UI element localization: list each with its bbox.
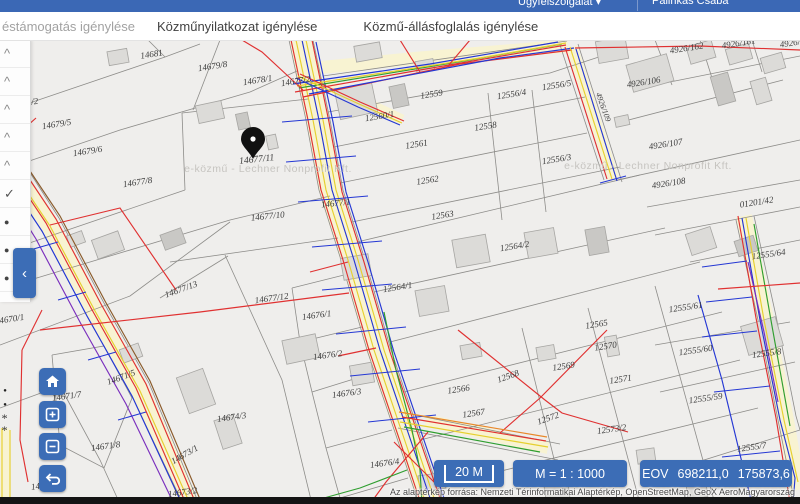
- bottom-strip: [0, 497, 800, 504]
- layer-item-1[interactable]: ^: [0, 68, 30, 96]
- home-extent-button[interactable]: [39, 368, 66, 395]
- eov-coordinates-display: EOV 698211,0 175873,6: [640, 460, 792, 487]
- map-attribution: Az alaptérkép forrása: Nemzeti Térinform…: [390, 487, 795, 497]
- layer-item-5[interactable]: ✓: [0, 180, 30, 208]
- layer-item-4[interactable]: ^: [0, 152, 30, 180]
- building: [460, 342, 482, 359]
- chevron-icon: ^: [4, 74, 10, 89]
- building: [524, 228, 558, 259]
- layer-item-3[interactable]: ^: [0, 124, 30, 152]
- building: [452, 234, 490, 267]
- top-app-bar: Ügyfélszolgálat ▾ Pálinkás Csaba: [0, 0, 800, 12]
- building: [585, 226, 609, 255]
- chevron-down-icon: ▾: [596, 0, 602, 8]
- panel-collapse-button[interactable]: ‹: [13, 248, 36, 298]
- home-icon: [45, 374, 60, 389]
- zoom-in-button[interactable]: [39, 401, 66, 428]
- eov-label: EOV: [642, 467, 668, 481]
- scale-ratio-label: M = 1 : 1000: [535, 467, 605, 481]
- parcel-label: *: [1, 423, 7, 437]
- parcel-label: ●: [3, 388, 7, 394]
- map-viewport[interactable]: e-közmű - Lechner Nonprofit Kft. e-közmű …: [0, 40, 800, 504]
- chevron-left-icon: ‹: [22, 265, 27, 282]
- top-app-bar-inner: Ügyfélszolgálat ▾ Pálinkás Csaba: [0, 0, 800, 12]
- dot-icon: ●: [4, 217, 9, 227]
- customer-service-label: Ügyfélszolgálat: [518, 0, 593, 8]
- main-tab-bar: éstámogatás igénylése Közműnyilatkozat i…: [0, 12, 800, 41]
- scale-ratio-selector[interactable]: M = 1 : 1000: [513, 460, 627, 487]
- dot-icon: ●: [4, 245, 9, 255]
- undo-arrow-icon: [45, 472, 61, 486]
- tab-kozmunyilatkozat[interactable]: Közműnyilatkozat igénylése: [157, 19, 317, 34]
- eov-y-value: 175873,6: [738, 467, 790, 481]
- layer-item-6[interactable]: ●: [0, 208, 30, 236]
- eov-x-value: 698211,0: [678, 467, 729, 481]
- building: [415, 286, 449, 317]
- tab-tervezestamogatas[interactable]: éstámogatás igénylése: [2, 19, 135, 34]
- layer-item-2[interactable]: ^: [0, 96, 30, 124]
- building: [536, 345, 556, 362]
- watermark-text: e-közmű - Lechner Nonprofit Kft.: [184, 163, 352, 175]
- chevron-icon: ^: [4, 46, 10, 61]
- zoom-out-icon: [45, 439, 60, 454]
- chevron-icon: ^: [4, 158, 10, 173]
- previous-extent-button[interactable]: [39, 465, 66, 492]
- chevron-icon: ^: [4, 102, 10, 117]
- chevron-icon: ^: [4, 130, 10, 145]
- check-icon: ✓: [4, 186, 15, 202]
- topbar-divider: [637, 0, 638, 11]
- location-pin-hole: [250, 136, 255, 141]
- scale-line: 20 M: [434, 460, 504, 487]
- watermark-text: e-közmű - Lechner Nonprofit Kft.: [564, 160, 732, 172]
- zoom-out-button[interactable]: [39, 433, 66, 460]
- customer-service-menu[interactable]: Ügyfélszolgálat ▾: [518, 0, 601, 8]
- scale-line-label: 20 M: [444, 465, 494, 483]
- user-menu[interactable]: Pálinkás Csaba: [652, 0, 728, 7]
- zoom-in-icon: [45, 407, 60, 422]
- layer-item-0[interactable]: ^: [0, 40, 30, 68]
- tab-kozmu-allasfoglalas[interactable]: Közmű-állásfoglalás igénylése: [363, 19, 538, 34]
- dot-icon: ●: [4, 273, 9, 283]
- user-name-label: Pálinkás Csaba: [652, 0, 728, 7]
- parcel-label: ●: [3, 402, 7, 408]
- building: [107, 48, 129, 65]
- map-canvas[interactable]: e-közmű - Lechner Nonprofit Kft. e-közmű …: [0, 40, 800, 504]
